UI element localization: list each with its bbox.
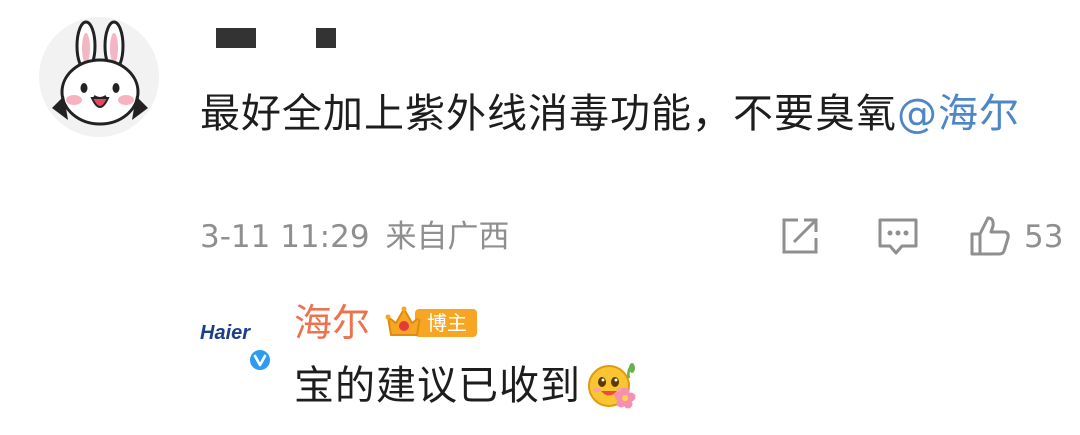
comment-body: 最好全加上紫外线消毒功能，不要臭氧 xyxy=(200,91,897,137)
comment-location: 来自广西 xyxy=(385,219,510,255)
comment-time: 3-11 11:29 xyxy=(200,219,370,255)
commenter-username-redacted[interactable] xyxy=(216,28,356,50)
comment-meta: 3-11 11:29 来自广西 xyxy=(200,215,510,259)
blogger-badge: 博主 xyxy=(385,305,477,341)
badge-label: 博主 xyxy=(415,309,477,337)
like-count: 53 xyxy=(1024,219,1064,255)
haier-logo: Haier xyxy=(200,322,251,344)
reply-text: 宝的建议已收到 xyxy=(294,358,637,414)
commenter-avatar[interactable] xyxy=(38,16,160,138)
thumb-up-icon[interactable] xyxy=(968,214,1012,258)
mention-link[interactable]: @海尔 xyxy=(897,91,1020,137)
share-icon[interactable] xyxy=(778,214,822,258)
comment-icon[interactable] xyxy=(876,214,920,258)
crown-icon xyxy=(385,305,423,341)
reply-body: 宝的建议已收到 xyxy=(294,363,581,409)
comment-text: 最好全加上紫外线消毒功能，不要臭氧@海尔 xyxy=(200,82,1060,146)
verified-icon xyxy=(248,348,272,372)
flower-face-emoji xyxy=(585,358,637,410)
reply-author-name[interactable]: 海尔 xyxy=(294,298,370,348)
reply-avatar[interactable]: Haier xyxy=(194,300,280,386)
